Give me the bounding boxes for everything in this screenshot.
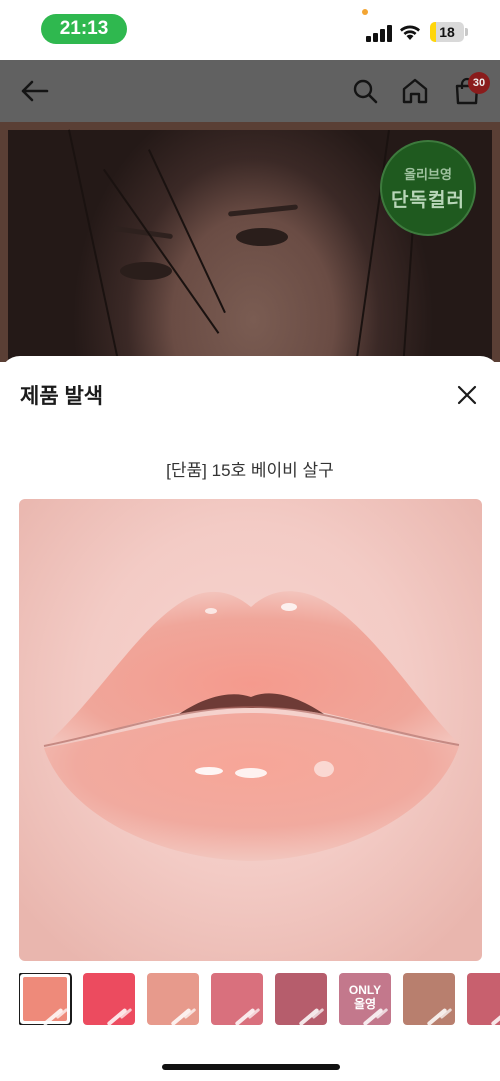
shade-thumbnail[interactable] [275,973,327,1025]
shade-thumbnail[interactable]: ONLY 올영 [339,973,391,1025]
badge-line1: 올리브영 [404,167,452,182]
status-time: 21:13 [41,14,127,44]
back-button[interactable] [14,60,54,122]
cart-count-badge: 30 [468,72,490,94]
shade-thumbnail-row[interactable]: ONLY 올영 [19,973,500,1025]
swatch-bottom-sheet: 제품 발색 [단품] 15호 베이비 살구 ONLY 올영 [0,356,500,1081]
wifi-icon [399,23,421,41]
lip-swatch-image [19,499,482,961]
battery-icon: 18 [430,22,468,42]
home-indicator [162,1064,340,1070]
cellular-signal-icon [366,24,392,42]
shade-thumbnail[interactable] [83,973,135,1025]
shade-thumbnail[interactable] [403,973,455,1025]
shade-name: [단품] 15호 베이비 살구 [166,461,334,480]
badge-line2: 단독컬러 [391,190,465,211]
olive-young-exclusive-badge: 올리브영 단독컬러 [380,140,476,236]
home-button[interactable] [398,60,432,122]
olive-young-only-label: ONLY 올영 [348,983,382,1011]
shade-thumbnail[interactable] [467,973,500,1025]
close-button[interactable] [452,380,482,410]
close-icon [457,385,477,405]
arrow-left-icon [21,80,49,102]
shade-thumbnail[interactable] [19,973,72,1025]
privacy-indicator-dot [362,9,368,15]
status-bar: 21:13 18 [0,0,500,60]
product-photo: 올리브영 단독컬러 [0,122,500,362]
sheet-title: 제품 발색 [20,385,104,408]
home-icon [402,78,428,104]
search-icon [353,79,378,104]
battery-level: 18 [439,24,455,40]
shade-thumbnail[interactable] [147,973,199,1025]
search-button[interactable] [348,60,382,122]
app-header [0,60,500,122]
shade-thumbnail[interactable] [211,973,263,1025]
